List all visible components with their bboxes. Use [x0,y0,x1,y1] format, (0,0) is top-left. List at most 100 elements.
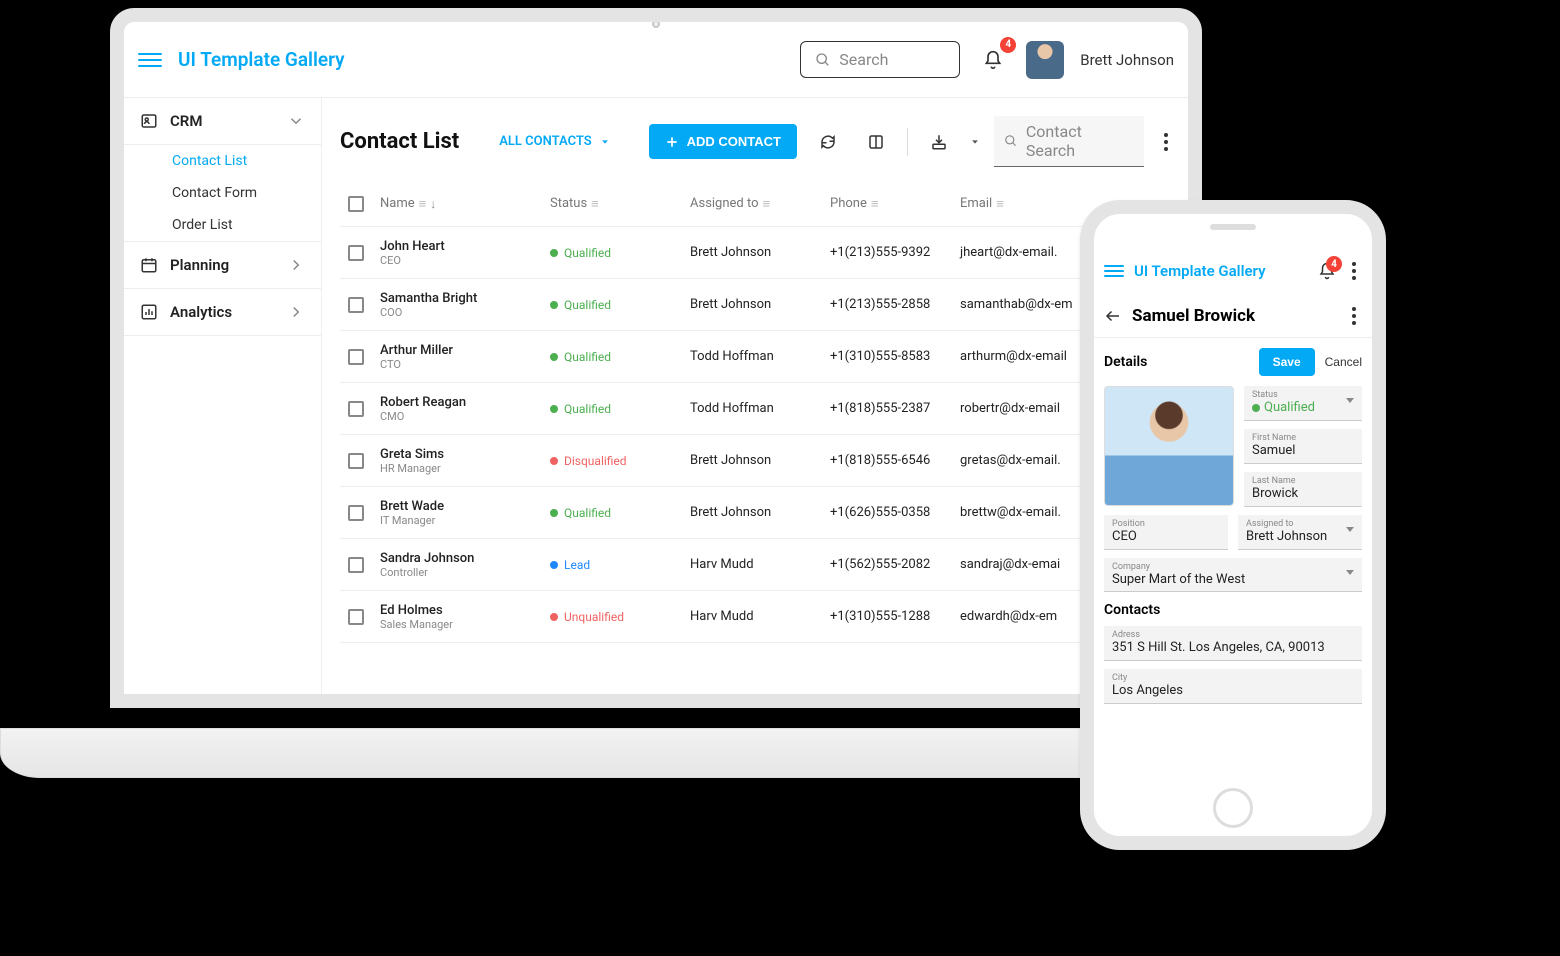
cell-role: CTO [380,358,550,371]
select-all-checkbox[interactable] [348,196,364,212]
user-avatar[interactable] [1026,41,1064,79]
column-status[interactable]: Status≡ [550,196,690,212]
refresh-button[interactable] [811,125,845,159]
status-dot [550,405,558,413]
more-menu-button[interactable] [1158,133,1174,151]
city-field[interactable]: City Los Angeles [1104,669,1362,704]
cell-assigned: Todd Hoffman [690,349,830,364]
notification-badge: 4 [1000,37,1016,53]
contacts-table: Name ≡ ↓ Status≡ Assigned to≡ Phone≡ Ema… [340,181,1174,643]
table-row[interactable]: Ed Holmes Sales Manager Unqualified Harv… [340,591,1174,643]
columns-button[interactable] [859,125,893,159]
row-checkbox[interactable] [348,557,364,573]
row-checkbox[interactable] [348,609,364,625]
filter-icon: ≡ [419,196,427,212]
cell-role: Controller [380,566,550,579]
cell-role: COO [380,306,550,319]
refresh-icon [819,133,837,151]
save-button[interactable]: Save [1259,348,1315,376]
phone-app-title: UI Template Gallery [1134,262,1266,280]
row-checkbox[interactable] [348,245,364,261]
cell-phone: +1(310)555-1288 [830,609,960,624]
sidebar-section-analytics[interactable]: Analytics [124,289,321,336]
column-assigned[interactable]: Assigned to≡ [690,196,830,212]
sidebar-item-contact-list[interactable]: Contact List [124,145,321,177]
column-name[interactable]: Name ≡ ↓ [380,196,550,212]
column-phone[interactable]: Phone≡ [830,196,960,212]
cell-name: Samantha Bright [380,291,550,306]
filter-icon: ≡ [871,196,879,212]
field-label: Assigned to [1246,519,1354,529]
contact-card-icon [140,112,158,130]
export-button[interactable] [922,125,956,159]
cell-phone: +1(562)555-2082 [830,557,960,572]
cancel-button[interactable]: Cancel [1325,355,1362,369]
column-label: Name [380,196,415,211]
table-row[interactable]: John Heart CEO Qualified Brett Johnson +… [340,227,1174,279]
position-field[interactable]: Position CEO [1104,515,1228,550]
menu-icon[interactable] [138,48,162,72]
field-value: Los Angeles [1112,683,1354,700]
notification-badge: 4 [1326,256,1342,272]
add-contact-button[interactable]: ADD CONTACT [649,124,797,159]
field-label: City [1112,673,1354,683]
table-row[interactable]: Brett Wade IT Manager Qualified Brett Jo… [340,487,1174,539]
table-header: Name ≡ ↓ Status≡ Assigned to≡ Phone≡ Ema… [340,181,1174,227]
filter-icon: ≡ [591,196,599,212]
sidebar-section-crm[interactable]: CRM [124,98,321,145]
cell-name: Arthur Miller [380,343,550,358]
back-icon[interactable] [1104,307,1122,325]
filter-dropdown[interactable]: ALL CONTACTS [499,134,610,149]
page-title: Contact List [340,129,459,154]
table-row[interactable]: Samantha Bright COO Qualified Brett John… [340,279,1174,331]
notifications-button[interactable]: 4 [976,43,1010,77]
cell-assigned: Brett Johnson [690,505,830,520]
row-checkbox[interactable] [348,505,364,521]
toolbar-divider [907,128,908,156]
first-name-field[interactable]: First Name Samuel [1244,429,1362,464]
company-field[interactable]: Company Super Mart of the West [1104,558,1362,593]
sidebar-section-planning[interactable]: Planning [124,241,321,289]
row-checkbox[interactable] [348,453,364,469]
row-checkbox[interactable] [348,401,364,417]
sidebar-item-contact-form[interactable]: Contact Form [124,177,321,209]
table-row[interactable]: Greta Sims HR Manager Disqualified Brett… [340,435,1174,487]
sidebar-item-order-list[interactable]: Order List [124,209,321,241]
last-name-field[interactable]: Last Name Browick [1244,472,1362,507]
sidebar-section-label: Analytics [170,303,232,321]
cell-name: Robert Reagan [380,395,550,410]
row-checkbox[interactable] [348,349,364,365]
status-field[interactable]: Status Qualified [1244,386,1362,421]
column-label: Assigned to [690,196,759,211]
global-search-input[interactable]: Search [800,41,960,78]
status-dot [550,561,558,569]
more-menu-button[interactable] [1346,262,1362,280]
contact-search-input[interactable]: Contact Search [994,116,1144,167]
table-row[interactable]: Arthur Miller CTO Qualified Todd Hoffman… [340,331,1174,383]
cell-phone: +1(818)555-2387 [830,401,960,416]
cell-name: John Heart [380,239,550,254]
sidebar: CRM Contact List Contact Form Order List… [124,98,322,694]
cell-name: Ed Holmes [380,603,550,618]
more-menu-button[interactable] [1346,307,1362,325]
table-row[interactable]: Robert Reagan CMO Qualified Todd Hoffman… [340,383,1174,435]
filter-label: ALL CONTACTS [499,134,592,149]
menu-icon[interactable] [1104,259,1124,283]
cell-phone: +1(213)555-2858 [830,297,960,312]
address-field[interactable]: Adress 351 S Hill St. Los Angeles, CA, 9… [1104,626,1362,661]
table-row[interactable]: Sandra Johnson Controller Lead Harv Mudd… [340,539,1174,591]
column-label: Email [960,196,992,211]
phone-home-button[interactable] [1213,788,1253,828]
assigned-field[interactable]: Assigned to Brett Johnson [1238,515,1362,550]
cell-phone: +1(213)555-9392 [830,245,960,260]
contacts-section-label: Contacts [1104,602,1362,618]
cell-status: Qualified [550,350,690,364]
cell-assigned: Brett Johnson [690,297,830,312]
phone-topbar: UI Template Gallery 4 [1094,248,1372,294]
caret-down-icon[interactable] [970,137,980,147]
cell-assigned: Brett Johnson [690,245,830,260]
notifications-button[interactable]: 4 [1318,262,1336,280]
contact-name: Samuel Browick [1132,306,1255,326]
chevron-down-icon [287,112,305,130]
row-checkbox[interactable] [348,297,364,313]
